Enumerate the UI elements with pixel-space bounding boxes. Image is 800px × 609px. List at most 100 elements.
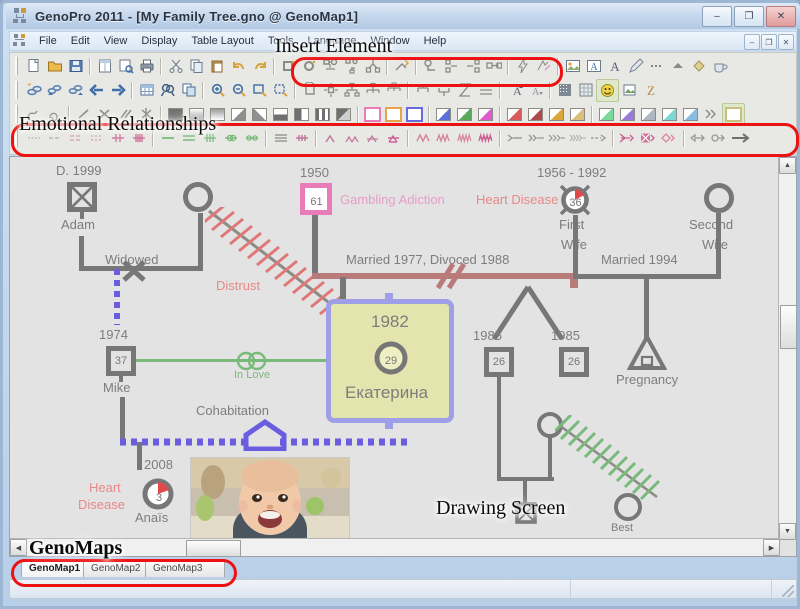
emo-bold-arrow-icon[interactable] [730,128,751,149]
fill-active-icon[interactable] [722,102,745,126]
pedigree-link-icon[interactable] [420,56,441,77]
person-adam-symbol[interactable] [67,182,97,212]
vertical-scroll-thumb[interactable] [780,305,796,349]
resize-grip[interactable] [782,585,794,597]
horizontal-scrollbar[interactable]: ◀ ▶ [10,538,780,556]
mdi-restore-button[interactable]: ❐ [761,34,777,50]
color-blue-icon[interactable] [404,104,425,125]
text-size-up-icon[interactable]: A [504,80,525,101]
emo-zigzag-crossed-icon[interactable] [475,128,496,149]
center-node-icon[interactable] [320,80,341,101]
fill-bars-icon[interactable] [312,104,333,125]
person-best-friend-symbol[interactable] [614,493,642,521]
emo-love-icon[interactable] [220,128,241,149]
emo-caret-box-icon[interactable] [383,128,404,149]
emo-arrow-vvvv-icon[interactable] [567,128,588,149]
rebuild-layout-icon[interactable] [299,80,320,101]
swatch-blue-icon[interactable] [433,104,454,125]
print-icon[interactable] [136,56,157,77]
person-second-wife-symbol[interactable] [704,183,734,213]
forward-icon[interactable] [107,80,128,101]
fill-checker-icon[interactable] [333,104,354,125]
scroll-left-button[interactable]: ◀ [10,539,27,556]
fill-corner-icon[interactable] [228,104,249,125]
genogram-surface[interactable]: D. 1999 Adam Widowed Distrust 1974 37 Mi… [10,157,779,556]
move-node-icon[interactable] [483,56,504,77]
tab-genomap3[interactable]: GenoMap3 [145,559,225,577]
swatch-green-icon[interactable] [454,104,475,125]
insert-female-icon[interactable] [299,56,320,77]
scroll-up-button[interactable]: ▲ [779,157,796,174]
color-orange-icon[interactable] [383,104,404,125]
emo-in-love-icon[interactable] [241,128,262,149]
scroll-right-button[interactable]: ▶ [763,539,780,556]
emo-simple-arrow-icon[interactable] [688,128,709,149]
new-icon[interactable] [23,56,44,77]
emo-caret-bar-icon[interactable] [362,128,383,149]
emo-caret-icon[interactable] [320,128,341,149]
close-button[interactable]: ✕ [766,6,796,27]
swatch-sky-icon[interactable] [680,104,701,125]
emo-lines-icon[interactable] [270,128,291,149]
more-colors-icon[interactable] [701,104,722,125]
ancestor-chart-icon[interactable] [433,80,454,101]
minimize-button[interactable]: – [702,6,732,27]
table-view-icon[interactable] [136,80,157,101]
generation-chart-icon[interactable] [475,80,496,101]
dot-grid-icon[interactable] [554,80,575,101]
copy-icon[interactable] [186,56,207,77]
menu-item-help[interactable]: Help [417,33,454,49]
selection-handle-bottom[interactable] [385,421,393,429]
lightning-icon[interactable] [512,56,533,77]
text-box-icon[interactable]: A [583,56,604,77]
open-icon[interactable] [44,56,65,77]
swatch-tan-icon[interactable] [567,104,588,125]
emo-zigzag2-icon[interactable] [433,128,454,149]
pen-icon[interactable] [625,56,646,77]
cut-icon[interactable] [165,56,186,77]
cohabitation-house-icon[interactable] [242,418,288,456]
swatch-cyan-icon[interactable] [659,104,680,125]
zoom-selection-icon[interactable] [270,80,291,101]
mdi-minimize-button[interactable]: – [744,34,760,50]
fill-corner2-icon[interactable] [249,104,270,125]
save-icon[interactable] [65,56,86,77]
split-node-icon[interactable] [441,56,462,77]
drawing-canvas[interactable]: D. 1999 Adam Widowed Distrust 1974 37 Mi… [9,156,797,557]
auto-arrange-icon[interactable] [391,56,412,77]
print-preview-icon[interactable] [115,56,136,77]
cup-icon[interactable] [709,56,730,77]
menu-item-file[interactable]: File [32,33,64,49]
fill-quarters-icon[interactable] [291,104,312,125]
selection-handle-top[interactable] [385,293,393,301]
swatch-gold-icon[interactable] [546,104,567,125]
font-icon[interactable]: A [604,56,625,77]
toolbar-grip[interactable] [15,57,20,75]
emo-conflict-arrow-icon[interactable] [617,128,638,149]
emo-double-arrow-icon[interactable] [709,128,730,149]
collapse-tree-icon[interactable] [341,80,362,101]
swatch-magenta-icon[interactable] [475,104,496,125]
scroll-down-button[interactable]: ▼ [779,523,796,540]
redo-icon[interactable] [249,56,270,77]
swatch-red-icon[interactable] [504,104,525,125]
fill-half-bottom-icon[interactable] [270,104,291,125]
grid-icon[interactable] [575,80,596,101]
insert-family-icon[interactable] [320,56,341,77]
zoom-out-icon[interactable] [228,80,249,101]
paste-icon[interactable] [207,56,228,77]
emo-dash-arrow-icon[interactable] [588,128,609,149]
swatch-gray-icon[interactable] [638,104,659,125]
new-genomap-icon[interactable] [23,80,44,101]
insert-individual-icon[interactable] [278,56,299,77]
text-size-down-icon[interactable]: A [525,80,546,101]
horizontal-scroll-thumb[interactable] [186,540,241,556]
zoom-in-icon[interactable] [207,80,228,101]
menu-item-edit[interactable]: Edit [64,33,97,49]
next-genomap-icon[interactable] [65,80,86,101]
fill-triangle-icon[interactable] [667,56,688,77]
emo-diamond-arrow-icon[interactable] [659,128,680,149]
insert-child-icon[interactable] [341,56,362,77]
relationship-best-friend-line[interactable] [551,413,665,512]
gradient-diamond-icon[interactable] [688,56,709,77]
